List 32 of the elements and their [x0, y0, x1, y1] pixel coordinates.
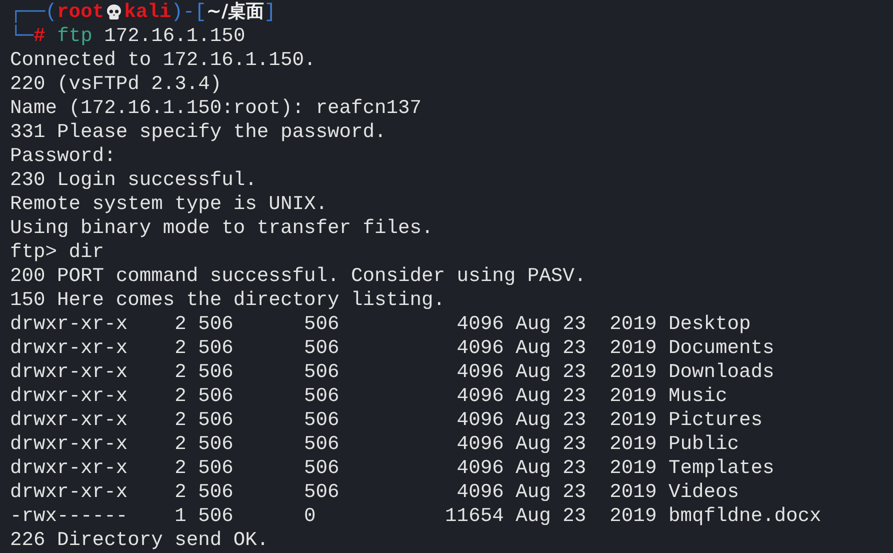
output-line: Connected to 172.16.1.150.: [10, 48, 316, 72]
prompt-bracket: )-[: [171, 0, 206, 24]
command-name: ftp: [57, 24, 92, 48]
output-line: drwxr-xr-x 2 506 506 4096 Aug 23 2019 Videos: [10, 480, 740, 504]
output-line: Remote system type is UNIX.: [10, 192, 328, 216]
output-line: 200 PORT command successful. Consider using PASV.: [10, 264, 586, 288]
output-line: drwxr-xr-x 2 506 506 4096 Aug 23 2019 Music: [10, 384, 728, 408]
output-line: -rwx------ 1 506 0 11654 Aug 23 2019 bmqfldne.docx: [10, 504, 822, 528]
prompt-symbol: #: [34, 25, 46, 48]
output-line: Name (172.16.1.150:root): reafcn137: [10, 96, 422, 120]
output-line: Using binary mode to transfer files.: [10, 216, 434, 240]
prompt-user: root: [57, 0, 104, 24]
output-line: 150 Here comes the directory listing.: [10, 288, 446, 312]
output-line: 226 Directory send OK.: [10, 528, 269, 552]
output-line: drwxr-xr-x 2 506 506 4096 Aug 23 2019 Pictures: [10, 408, 763, 432]
prompt-path: ~/桌面: [206, 0, 264, 24]
prompt-bracket: └─: [10, 24, 34, 48]
output-line: 230 Login successful.: [10, 168, 257, 192]
output-line: drwxr-xr-x 2 506 506 4096 Aug 23 2019 Documents: [10, 336, 774, 360]
output-line: drwxr-xr-x 2 506 506 4096 Aug 23 2019 Templates: [10, 456, 774, 480]
prompt-bracket: ]: [264, 0, 276, 24]
output-line: ftp> dir: [10, 240, 104, 264]
output-line: drwxr-xr-x 2 506 506 4096 Aug 23 2019 Desktop: [10, 312, 751, 336]
output-line: drwxr-xr-x 2 506 506 4096 Aug 23 2019 Downloads: [10, 360, 774, 384]
skull-icon: [106, 4, 122, 20]
prompt-host: kali: [124, 0, 172, 24]
output-line: drwxr-xr-x 2 506 506 4096 Aug 23 2019 Public: [10, 432, 740, 456]
prompt-bracket: ┌──(: [10, 0, 58, 24]
output-line: 331 Please specify the password.: [10, 120, 386, 144]
output-line: 220 (vsFTPd 2.3.4): [10, 72, 222, 96]
output-line: Password:: [10, 144, 116, 168]
command-argument: 172.16.1.150: [103, 24, 246, 48]
